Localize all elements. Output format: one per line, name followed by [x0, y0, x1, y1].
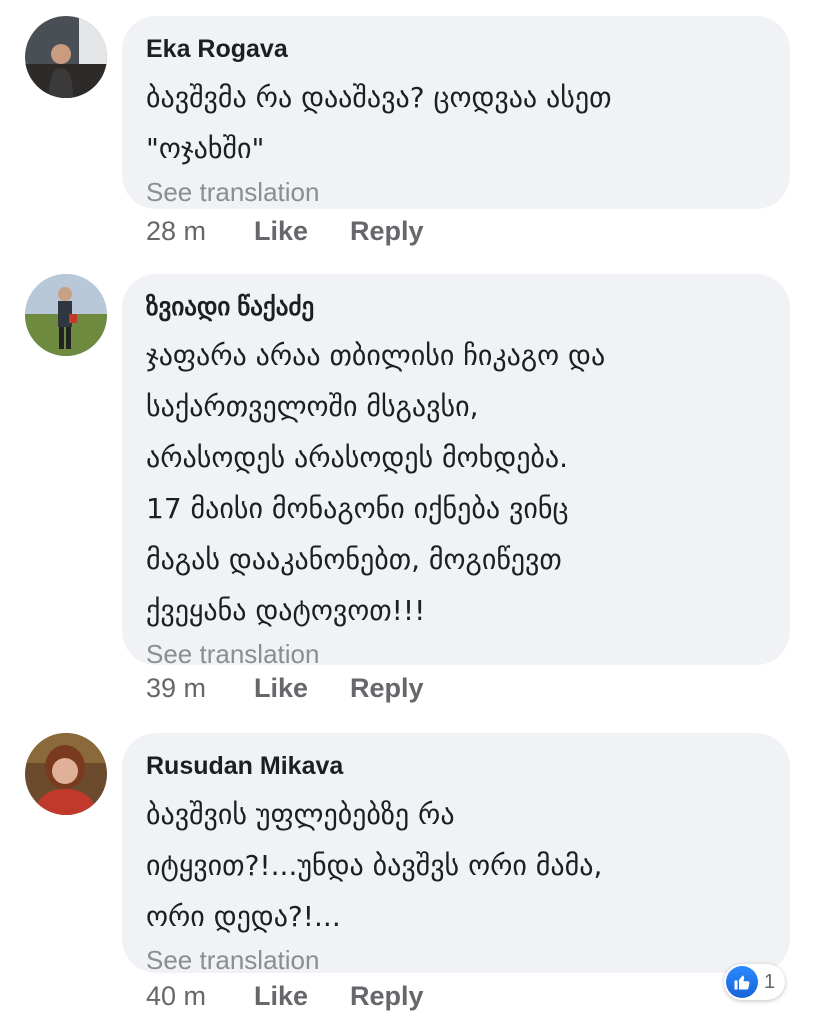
comment-author[interactable]: Rusudan Mikava: [146, 751, 766, 781]
reaction-summary[interactable]: 1: [724, 964, 786, 1000]
comment-bubble: Rusudan Mikava ბავშვის უფლებებზე რა იტყვ…: [122, 733, 790, 976]
avatar[interactable]: [25, 274, 107, 356]
comment-bubble: ზვიადი წაქაძე ჯაფარა არაა თბილისი ჩიკაგო…: [122, 274, 790, 669]
comment-bubble: Eka Rogava ბავშვმა რა დააშავა? ცოდვაა ას…: [122, 16, 790, 209]
comment-timestamp[interactable]: 40 m: [146, 981, 254, 1012]
see-translation-link[interactable]: See translation: [146, 944, 766, 976]
reaction-count: 1: [764, 970, 776, 993]
comment-timestamp[interactable]: 28 m: [146, 216, 254, 247]
comment-actions: 40 m Like Reply: [146, 979, 466, 1013]
comment-timestamp[interactable]: 39 m: [146, 673, 254, 704]
like-button[interactable]: Like: [254, 673, 308, 704]
comment-actions: 28 m Like Reply: [146, 214, 466, 248]
reply-button[interactable]: Reply: [350, 673, 424, 704]
comment-text: ჯაფარა არაა თბილისი ჩიკაგო და საქართველო…: [146, 339, 606, 627]
comment-actions: 39 m Like Reply: [146, 671, 466, 705]
comment-author[interactable]: Eka Rogava: [146, 34, 766, 64]
thumbs-up-icon: [726, 966, 758, 998]
see-translation-link[interactable]: See translation: [146, 638, 766, 670]
reply-button[interactable]: Reply: [350, 216, 424, 247]
avatar[interactable]: [25, 16, 107, 98]
comment-text: ბავშვის უფლებებზე რა იტყვით?!...უნდა ბავ…: [146, 798, 603, 933]
avatar[interactable]: [25, 733, 107, 815]
comment-text: ბავშვმა რა დააშავა? ცოდვაა ასეთ "ოჯახში": [146, 81, 612, 165]
see-translation-link[interactable]: See translation: [146, 176, 766, 208]
like-button[interactable]: Like: [254, 216, 308, 247]
reply-button[interactable]: Reply: [350, 981, 424, 1012]
like-button[interactable]: Like: [254, 981, 308, 1012]
comment-author[interactable]: ზვიადი წაქაძე: [146, 292, 766, 322]
